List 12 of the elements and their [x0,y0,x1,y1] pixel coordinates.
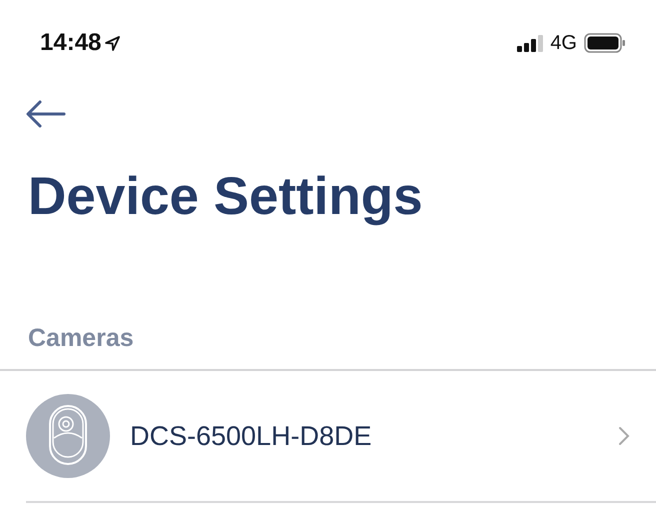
location-arrow-icon [104,34,122,52]
camera-icon [26,394,110,478]
chevron-right-icon [618,426,630,446]
section-label: Cameras [28,323,135,353]
device-name: DCS-6500LH-D8DE [130,420,373,452]
status-time: 14:48 [40,29,102,57]
network-type: 4G [550,32,577,54]
battery-icon [584,33,626,53]
signal-icon [517,34,544,52]
page-title: Device Settings [28,166,424,228]
back-arrow-icon[interactable] [26,100,66,128]
device-row[interactable]: DCS-6500LH-D8DE [26,371,656,503]
